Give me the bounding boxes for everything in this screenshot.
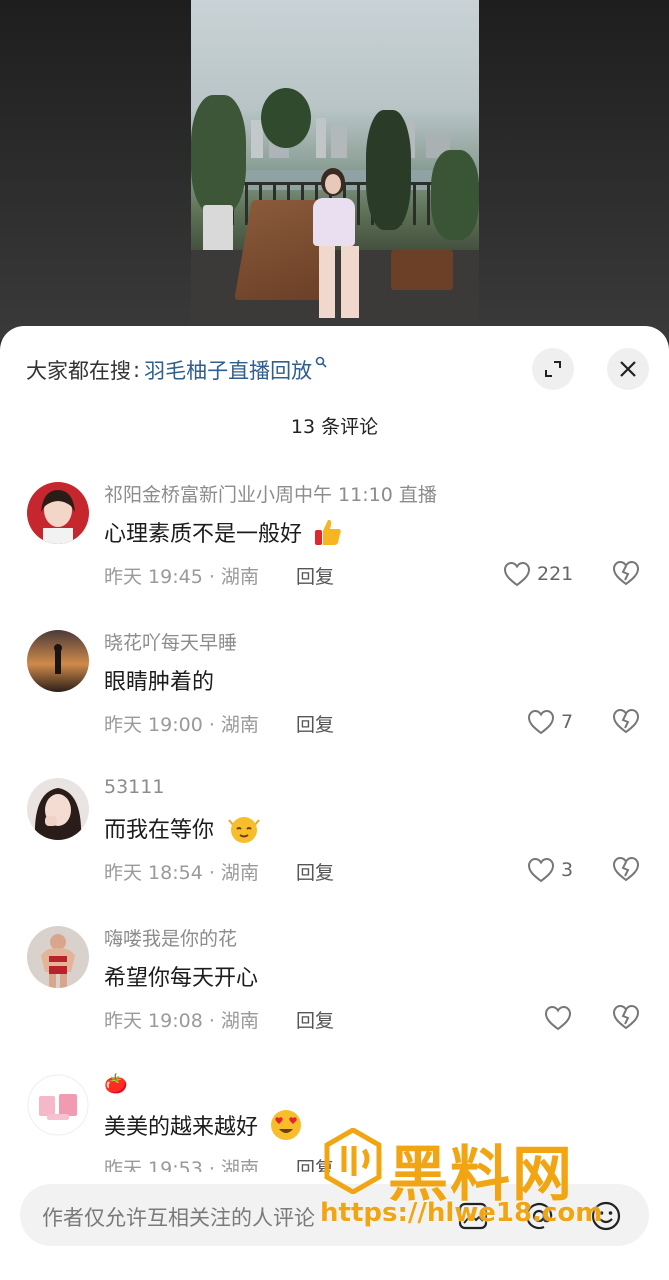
video-frame[interactable] [191,0,479,340]
comment-meta: 昨天 19:45 · 湖南 [104,566,259,588]
avatar[interactable] [27,778,89,840]
comment-item: 53111 而我在等你 昨天 18:54 · 湖南 回复 3 [0,772,669,920]
heart-icon [503,561,531,587]
avatar[interactable] [27,630,89,692]
comment-username[interactable]: 🍅 [104,1072,128,1095]
palm-image [431,150,479,240]
close-icon [620,361,636,377]
comment-meta: 昨天 18:54 · 湖南 [104,862,259,884]
comment-input-placeholder: 作者仅允许互相关注的人评论 [42,1206,315,1230]
expand-button[interactable] [532,348,574,390]
heart-icon [544,1005,572,1031]
dislike-button[interactable] [612,560,640,588]
tomato-username-label: 🍅 [104,1073,128,1095]
search-suggestion[interactable]: 大家都在搜 : 羽毛柚子直播回放 [26,354,327,386]
watermark-logo-icon [324,1128,382,1194]
heart-icon [527,857,555,883]
comment-username[interactable]: 祁阳金桥富新门业小周中午 11:10 直播 [104,480,437,507]
comment-text: 希望你每天开心 [104,966,259,991]
broken-heart-icon [612,1004,640,1030]
avatar[interactable] [27,482,89,544]
close-button[interactable] [607,348,649,390]
like-button[interactable] [544,1004,578,1032]
video-area[interactable] [0,0,669,340]
thumbs-up-emoji-icon [313,517,343,553]
dislike-button[interactable] [612,708,640,736]
person-image [309,168,359,318]
city-skyline-image [231,110,450,158]
search-prefix-label: 大家都在搜 [26,359,131,383]
comment-text: 而我在等你 [104,812,263,850]
comment-username[interactable]: 晓花吖每天早睡 [104,628,237,655]
bush-image [191,95,246,215]
broken-heart-icon [612,560,640,586]
reply-button[interactable]: 回复 [296,1006,334,1033]
comment-text-content: 而我在等你 [104,818,215,843]
watermark-url: https://hlwe18.com [320,1198,603,1228]
comment-username[interactable]: 53111 [104,776,164,798]
comment-item: 嗨喽我是你的花 希望你每天开心 昨天 19:08 · 湖南 回复 [0,920,669,1068]
comment-text: 美美的越来越好 [104,1108,303,1148]
expand-icon [545,361,561,377]
reply-button[interactable]: 回复 [296,710,334,737]
search-term-link[interactable]: 羽毛柚子直播回放 [144,355,312,385]
smiling-face-emoji-icon [225,812,263,850]
like-count: 3 [561,859,574,881]
like-button[interactable]: 7 [527,708,573,736]
like-button[interactable]: 3 [527,856,573,884]
reply-button[interactable]: 回复 [296,562,334,589]
side-table-image [391,250,453,290]
search-mini-icon [315,356,327,372]
like-button[interactable]: 221 [503,560,573,588]
watermark: 黑料网 https://hlwe18.com [320,1122,650,1232]
avatar[interactable] [27,1074,89,1136]
comment-text-content: 心理素质不是一般好 [104,522,303,547]
broken-heart-icon [612,856,640,882]
avatar[interactable] [27,926,89,988]
plant-image [366,110,411,230]
comment-username[interactable]: 嗨喽我是你的花 [104,924,237,951]
heart-icon [527,709,555,735]
dislike-button[interactable] [612,1004,640,1032]
comment-text: 眼睛肿着的 [104,670,215,695]
comment-text: 心理素质不是一般好 [104,516,343,553]
like-count: 7 [561,711,574,733]
comment-text-content: 美美的越来越好 [104,1115,259,1140]
comment-meta: 昨天 19:00 · 湖南 [104,714,259,736]
tree-image [261,88,311,148]
broken-heart-icon [612,708,640,734]
comment-meta: 昨天 19:08 · 湖南 [104,1010,259,1032]
like-count: 221 [537,563,574,585]
heart-eyes-emoji-icon [269,1108,303,1148]
comment-count: 13 条评论 [290,416,379,438]
dislike-button[interactable] [612,856,640,884]
comment-item: 祁阳金桥富新门业小周中午 11:10 直播 心理素质不是一般好 昨天 19:45… [0,476,669,624]
comment-item: 晓花吖每天早睡 眼睛肿着的 昨天 19:00 · 湖南 回复 7 [0,624,669,772]
search-colon: : [133,358,141,382]
reply-button[interactable]: 回复 [296,858,334,885]
